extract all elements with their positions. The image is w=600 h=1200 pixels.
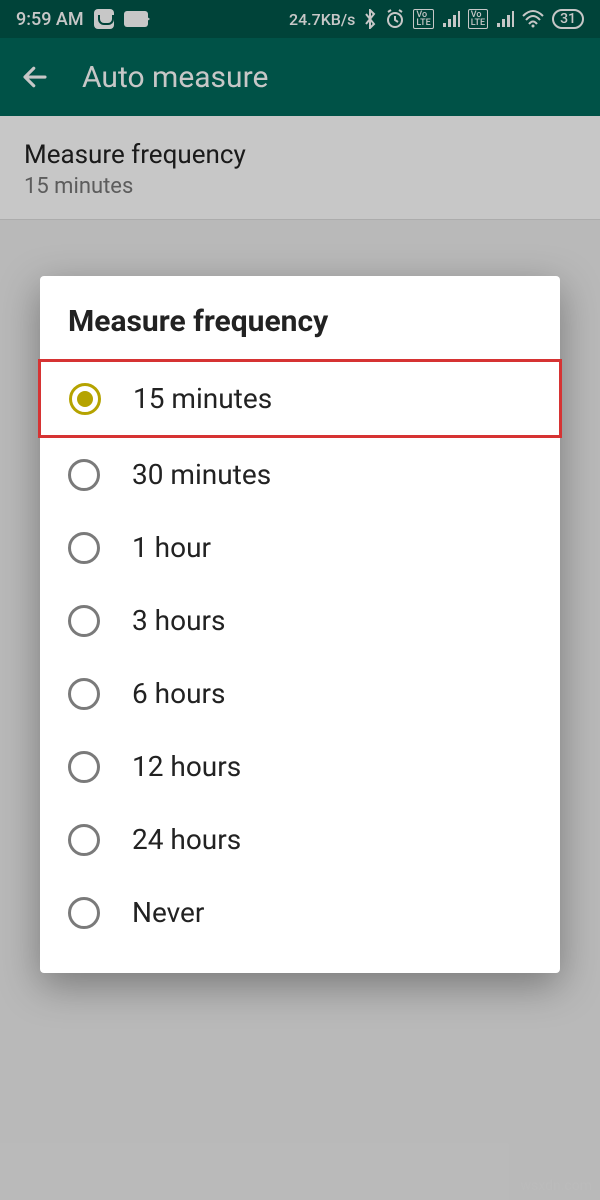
radio-icon — [68, 605, 100, 637]
option-15-minutes[interactable]: 15 minutes — [38, 359, 562, 438]
option-label: 6 hours — [132, 677, 225, 710]
option-1-hour[interactable]: 1 hour — [40, 511, 560, 584]
dialog-title: Measure frequency — [40, 276, 560, 359]
option-label: 30 minutes — [132, 458, 271, 491]
radio-icon — [68, 824, 100, 856]
option-30-minutes[interactable]: 30 minutes — [40, 438, 560, 511]
radio-icon — [68, 459, 100, 491]
radio-icon — [68, 532, 100, 564]
radio-icon — [68, 897, 100, 929]
measure-frequency-dialog: Measure frequency 15 minutes 30 minutes … — [40, 276, 560, 973]
option-label: 3 hours — [132, 604, 225, 637]
option-12-hours[interactable]: 12 hours — [40, 730, 560, 803]
radio-icon — [68, 751, 100, 783]
option-label: 1 hour — [132, 531, 211, 564]
option-label: 12 hours — [132, 750, 241, 783]
option-24-hours[interactable]: 24 hours — [40, 803, 560, 876]
radio-icon — [68, 678, 100, 710]
option-never[interactable]: Never — [40, 876, 560, 949]
option-6-hours[interactable]: 6 hours — [40, 657, 560, 730]
radio-icon — [69, 383, 101, 415]
option-3-hours[interactable]: 3 hours — [40, 584, 560, 657]
option-label: Never — [132, 896, 204, 929]
option-label: 24 hours — [132, 823, 241, 856]
watermark: wsxdn.com — [521, 1178, 592, 1194]
option-label: 15 minutes — [133, 382, 272, 415]
